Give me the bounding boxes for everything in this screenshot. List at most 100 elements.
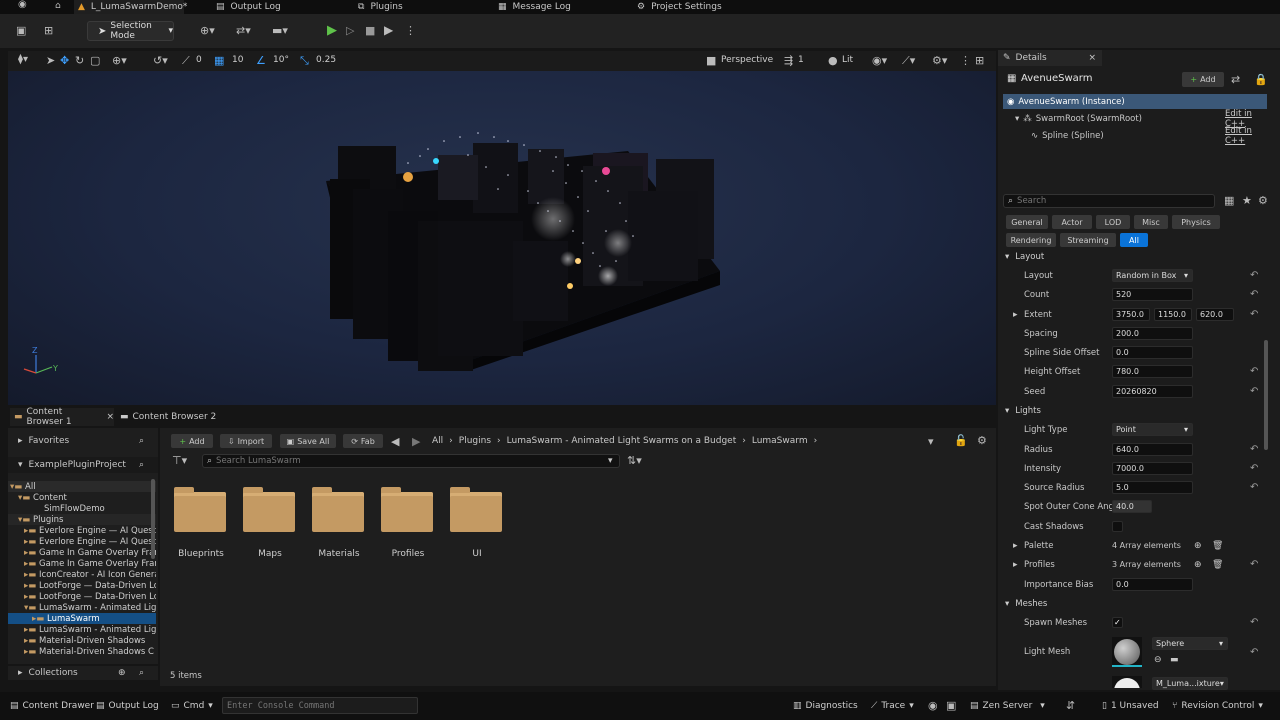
derived-data-icon[interactable]: ⇵	[1066, 700, 1075, 711]
filter-icon[interactable]: ⊤▾	[172, 455, 187, 466]
tree-item[interactable]: ▾▬ Content	[8, 492, 156, 503]
unsaved-button[interactable]: ▯ 1 Unsaved	[1102, 692, 1159, 720]
spot-cone-slider[interactable]: 40.0	[1112, 500, 1152, 513]
details-search-box[interactable]: ⌕	[1003, 194, 1215, 208]
asset-search-box[interactable]: ⌕ ▾	[202, 454, 620, 468]
search-icon[interactable]: ⌕	[139, 460, 144, 470]
trace-dropdown[interactable]: ⟋ Trace ▾	[871, 692, 914, 720]
details-scrollbar[interactable]	[1264, 340, 1268, 450]
height-offset-input[interactable]: 780.0	[1112, 365, 1193, 378]
actor-name[interactable]: AvenueSwarm	[1021, 73, 1092, 84]
folder-ui[interactable]	[450, 487, 502, 532]
cast-shadows-checkbox[interactable]	[1112, 521, 1123, 532]
edit-cpp-link[interactable]: Edit in C++	[1225, 126, 1267, 146]
transform-menu-icon[interactable]: ⧫▾	[18, 55, 28, 65]
rotation-snap-icon[interactable]: ∠	[256, 55, 266, 66]
forward-icon[interactable]: ▶	[412, 436, 420, 447]
close-icon[interactable]: ×	[106, 412, 114, 422]
viewport-settings-icon[interactable]: ⚙▾	[932, 55, 947, 66]
reset-icon[interactable]: ↶	[1250, 289, 1258, 300]
settings-icon[interactable]: ⚙	[977, 435, 987, 446]
breadcrumb-item[interactable]: LumaSwarm - Animated Light Swarms on a B…	[507, 436, 737, 446]
light-type-dropdown[interactable]: Point ▾	[1112, 423, 1193, 436]
chevron-down-icon[interactable]: ▾	[608, 456, 613, 466]
layout-icon[interactable]: ⊞	[975, 55, 984, 66]
tree-item[interactable]: ▸▬ Everlore Engine — AI Quest a	[8, 536, 156, 547]
lock-icon[interactable]: 🔓	[954, 435, 968, 446]
cmd-dropdown[interactable]: ▭ Cmd ▾	[171, 692, 213, 720]
breadcrumb-item[interactable]: LumaSwarm	[752, 436, 808, 446]
table-view-icon[interactable]: ▦	[1224, 195, 1234, 206]
level-viewport[interactable]: Z Y	[8, 71, 996, 405]
add-element-icon[interactable]: ⊕	[1194, 560, 1202, 570]
reset-icon[interactable]: ↶	[1250, 482, 1258, 493]
chevron-down-icon[interactable]: ▾	[928, 436, 934, 447]
console-input[interactable]	[223, 698, 413, 713]
radius-input[interactable]: 640.0	[1112, 443, 1193, 456]
tree-item[interactable]: ▾▬ Plugins	[8, 514, 156, 525]
intensity-input[interactable]: 7000.0	[1112, 462, 1193, 475]
folder-profiles[interactable]	[381, 487, 433, 532]
search-icon[interactable]: ⌕	[139, 668, 144, 678]
browse-icon[interactable]: ⊖	[1154, 655, 1162, 665]
blueprint-icon[interactable]: ⇄	[1231, 74, 1240, 85]
world-icon[interactable]: ⊕▾	[112, 55, 127, 66]
source-control-icon[interactable]: ⊞	[44, 25, 53, 36]
selection-mode-dropdown[interactable]: ➤ Selection Mode ▾	[87, 21, 174, 41]
collections-header[interactable]: ▸ Collections ⊕ ⌕	[8, 666, 158, 680]
breadcrumb-item[interactable]: Plugins	[459, 436, 491, 446]
tab-content-browser-2[interactable]: ▬ Content Browser 2	[118, 408, 222, 426]
tab-content-browser-1[interactable]: ▬ Content Browser 1 ×	[10, 407, 114, 427]
perspective-dropdown[interactable]: Perspective	[721, 55, 773, 65]
filter-all[interactable]: All	[1120, 233, 1148, 247]
trash-icon[interactable]: 🗑	[1212, 541, 1223, 551]
tab-message-log[interactable]: ▦ Message Log	[498, 0, 571, 14]
add-button[interactable]: + Add	[171, 434, 213, 448]
project-header[interactable]: ▾ ExamplePluginProject ⌕	[8, 457, 158, 473]
filter-general[interactable]: General	[1006, 215, 1048, 229]
save-all-button[interactable]: ▣ Save All	[280, 434, 336, 448]
record-icon[interactable]: ◉	[928, 700, 938, 711]
more-icon[interactable]: ⋮	[960, 55, 971, 66]
camera-speed-icon[interactable]: ⇶	[784, 55, 793, 66]
tree-item[interactable]: ▸▬ Everlore Engine — AI Quest a	[8, 525, 156, 536]
material-thumbnail[interactable]	[1112, 676, 1142, 688]
spawn-meshes-checkbox[interactable]: ✓	[1112, 617, 1123, 628]
section-lights[interactable]: ▾ Lights	[1003, 403, 1263, 419]
spacing-input[interactable]: 200.0	[1112, 327, 1193, 340]
tree-item[interactable]: ▸▬ Game In Game Overlay Fran	[8, 547, 156, 558]
search-icon[interactable]: ⌕	[139, 436, 144, 446]
folder-blueprints[interactable]	[174, 487, 226, 532]
filter-physics[interactable]: Physics	[1172, 215, 1220, 229]
seed-input[interactable]: 20260820	[1112, 385, 1193, 398]
tree-item[interactable]: ▾▬ All	[8, 481, 156, 492]
import-button[interactable]: ⇩ Import	[220, 434, 272, 448]
component-spline[interactable]: ∿ Spline (Spline) Edit in C++	[1003, 126, 1267, 146]
spline-side-offset-input[interactable]: 0.0	[1112, 346, 1193, 359]
reset-icon[interactable]: ↶	[1250, 366, 1258, 377]
tree-item[interactable]: ▸▬ Material-Driven Shadows C	[8, 646, 156, 657]
snap-icon[interactable]: ↺▾	[153, 55, 168, 66]
tree-item[interactable]: ▸▬ IconCreator - AI Icon Genera	[8, 569, 156, 580]
cinematics-icon[interactable]: ▬▾	[272, 25, 288, 36]
blueprint-icon[interactable]: ⇄▾	[236, 25, 251, 36]
chevron-right-icon[interactable]: ▸	[1013, 310, 1018, 320]
filter-lod[interactable]: LOD	[1096, 215, 1130, 229]
reset-icon[interactable]: ↶	[1250, 463, 1258, 474]
settings-icon[interactable]: ⚙	[1258, 195, 1268, 206]
reset-icon[interactable]: ↶	[1250, 309, 1258, 320]
rotate-icon[interactable]: ↻	[75, 55, 84, 66]
star-icon[interactable]: ★	[1242, 195, 1252, 206]
grid-snap-icon[interactable]: ▦	[214, 55, 224, 66]
filter-actor[interactable]: Actor	[1052, 215, 1092, 229]
folder-icon[interactable]: ▬	[1170, 655, 1179, 665]
importance-bias-input[interactable]: 0.0	[1112, 578, 1193, 591]
back-icon[interactable]: ◀	[391, 436, 399, 447]
source-radius-input[interactable]: 5.0	[1112, 481, 1193, 494]
scale-snap-icon[interactable]: ⤡	[300, 55, 309, 66]
section-meshes[interactable]: ▾ Meshes	[1003, 596, 1263, 612]
reset-icon[interactable]: ↶	[1250, 444, 1258, 455]
tree-item[interactable]: ▸▬ Material-Driven Shadows	[8, 635, 156, 646]
tree-item[interactable]: SimFlowDemo	[8, 503, 156, 514]
folder-materials[interactable]	[312, 487, 364, 532]
